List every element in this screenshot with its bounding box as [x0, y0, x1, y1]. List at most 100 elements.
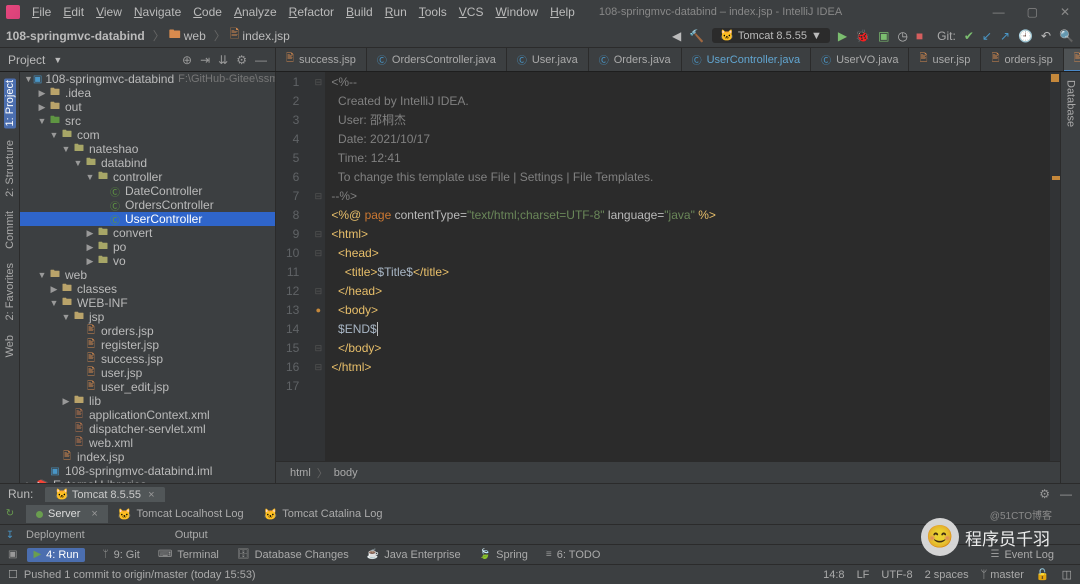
settings-icon[interactable]: ⚙ [236, 53, 247, 67]
close-tab-icon[interactable]: × [148, 489, 154, 501]
tree-dispatcher-servlet-xml[interactable]: 🖹dispatcher-servlet.xml [20, 422, 275, 436]
editor-tab-user-java[interactable]: ⒸUser.java [507, 48, 589, 71]
warning-marker[interactable] [1052, 176, 1060, 180]
tree-web-xml[interactable]: 🖹web.xml [20, 436, 275, 450]
editor-tab-usercontroller-java[interactable]: ⒸUserController.java [682, 48, 812, 71]
tree-src[interactable]: ▼🖿src [20, 114, 275, 128]
run-icon[interactable]: ▶ [838, 29, 847, 43]
stop-icon[interactable]: ■ [916, 29, 923, 43]
menu-window[interactable]: Window [489, 3, 544, 21]
event-log[interactable]: ☰Event Log [990, 549, 1054, 561]
menu-run[interactable]: Run [379, 3, 413, 21]
bottom-tool-4-run[interactable]: ▶4: Run [27, 548, 84, 562]
maximize-icon[interactable]: ▢ [1023, 5, 1042, 19]
tree-usercontroller[interactable]: ⒸUserController [20, 212, 275, 226]
tree-datecontroller[interactable]: ⒸDateController [20, 184, 275, 198]
menu-view[interactable]: View [90, 3, 128, 21]
bottom-tool-database-changes[interactable]: 🗄Database Changes [237, 549, 349, 561]
tree-user-jsp[interactable]: 🖹user.jsp [20, 366, 275, 380]
tree-user_edit-jsp[interactable]: 🖹user_edit.jsp [20, 380, 275, 394]
readonly-lock-icon[interactable]: 🔓 [1036, 568, 1050, 581]
run-settings-icon[interactable]: ⚙ [1039, 487, 1050, 501]
inspection-warning-icon[interactable] [1051, 74, 1059, 82]
debug-icon[interactable]: 🐞 [855, 29, 870, 43]
menu-code[interactable]: Code [187, 3, 228, 21]
breadcrumb-body[interactable]: body [334, 467, 358, 479]
tree-orderscontroller[interactable]: ⒸOrdersController [20, 198, 275, 212]
vcs-console-icon[interactable]: ☐ [8, 568, 18, 581]
left-tab-2-favorites[interactable]: 2: Favorites [4, 261, 16, 322]
caret-position[interactable]: 14:8 [823, 569, 844, 581]
code-content[interactable]: <%-- Created by IntelliJ IDEA. User: 邵桐杰… [325, 72, 1050, 461]
tree-databind[interactable]: ▼🖿databind [20, 156, 275, 170]
menu-analyze[interactable]: Analyze [228, 3, 283, 21]
git-update-icon[interactable]: ✔ [964, 29, 974, 43]
run-subtab-tomcat-catalina-log[interactable]: 🐱Tomcat Catalina Log [254, 505, 393, 524]
editor-tab-orderscontroller-java[interactable]: ⒸOrdersController.java [367, 48, 507, 71]
run-subtab-tomcat-localhost-log[interactable]: 🐱Tomcat Localhost Log [108, 505, 254, 524]
run-subtab-server[interactable]: Server× [26, 505, 108, 523]
menu-file[interactable]: File [26, 3, 57, 21]
run-config-select[interactable]: 🐱 Tomcat 8.5.55 ▼ [712, 28, 830, 43]
deploy-icon[interactable]: ↧ [6, 530, 14, 541]
git-push-icon[interactable]: ↗ [1000, 29, 1010, 43]
left-tab-2-structure[interactable]: 2: Structure [4, 138, 16, 199]
search-icon[interactable]: 🔍 [1059, 29, 1074, 43]
tree-108-springmvc-databind-iml[interactable]: ▣108-springmvc-databind.iml [20, 464, 275, 478]
tree-controller[interactable]: ▼🖿controller [20, 170, 275, 184]
left-tab-web[interactable]: Web [4, 333, 16, 359]
menu-tools[interactable]: Tools [413, 3, 453, 21]
editor-tab-orders-jsp[interactable]: 🖹orders.jsp [981, 48, 1063, 71]
code-editor[interactable]: 1234567891011121314151617 ⊟⊟⊟⊟⊟●⊟⊟ <%-- … [276, 72, 1060, 461]
bottom-tool-java-enterprise[interactable]: ☕Java Enterprise [367, 549, 461, 561]
run-tab[interactable]: 🐱 Tomcat 8.5.55 × [45, 487, 164, 502]
left-tab-1-project[interactable]: 1: Project [4, 78, 16, 128]
tree-web-inf[interactable]: ▼🖿WEB-INF [20, 296, 275, 310]
tree-po[interactable]: ▶🖿po [20, 240, 275, 254]
editor-tab-uservo-java[interactable]: ⒸUserVO.java [811, 48, 909, 71]
right-tab-database[interactable]: Database [1065, 78, 1077, 129]
git-pull-icon[interactable]: ↙ [982, 29, 992, 43]
ide-settings-icon[interactable]: ◫ [1062, 568, 1072, 581]
back-icon[interactable]: ◀ [672, 29, 681, 43]
tree-com[interactable]: ▼🖿com [20, 128, 275, 142]
tree-applicationcontext-xml[interactable]: 🖹applicationContext.xml [20, 408, 275, 422]
breadcrumb-file[interactable]: index.jsp [242, 29, 289, 43]
menu-build[interactable]: Build [340, 3, 379, 21]
fold-gutter[interactable]: ⊟⊟⊟⊟⊟●⊟⊟ [311, 72, 325, 461]
bottom-tool-spring[interactable]: 🍃Spring [479, 549, 528, 561]
error-stripe[interactable] [1050, 72, 1060, 461]
minimize-icon[interactable]: — [989, 5, 1009, 19]
tool-windows-icon[interactable]: ▣ [8, 549, 17, 560]
breadcrumb-html[interactable]: html [290, 467, 311, 479]
menu-vcs[interactable]: VCS [453, 3, 490, 21]
breadcrumb-folder[interactable]: web [184, 29, 206, 43]
menu-edit[interactable]: Edit [57, 3, 90, 21]
tree-convert[interactable]: ▶🖿convert [20, 226, 275, 240]
hammer-icon[interactable]: 🔨 [689, 29, 704, 43]
profile-icon[interactable]: ◷ [897, 29, 907, 43]
bottom-tool-terminal[interactable]: ⌨Terminal [158, 549, 219, 561]
indent-settings[interactable]: 2 spaces [925, 569, 969, 581]
menu-refactor[interactable]: Refactor [283, 3, 340, 21]
project-tree[interactable]: ▼▣108-springmvc-databindF:\GitHub-Gitee\… [20, 72, 276, 483]
editor-tab-index-jsp[interactable]: 🖹index.jsp [1064, 49, 1080, 72]
deployment-label[interactable]: Deployment [26, 529, 85, 541]
tree-jsp[interactable]: ▼🖿jsp [20, 310, 275, 324]
tree-index-jsp[interactable]: 🖹index.jsp [20, 450, 275, 464]
file-encoding[interactable]: UTF-8 [881, 569, 912, 581]
bottom-tool-9-git[interactable]: ᛘ9: Git [103, 549, 140, 561]
output-label[interactable]: Output [175, 529, 208, 541]
tree-success-jsp[interactable]: 🖹success.jsp [20, 352, 275, 366]
select-opened-file-icon[interactable]: ⊕ [182, 53, 192, 67]
tree-lib[interactable]: ▶🖿lib [20, 394, 275, 408]
expand-all-icon[interactable]: ⇊ [218, 53, 228, 67]
left-tab-commit[interactable]: Commit [4, 209, 16, 251]
git-rollback-icon[interactable]: ↶ [1041, 29, 1051, 43]
tree-orders-jsp[interactable]: 🖹orders.jsp [20, 324, 275, 338]
tree-nateshao[interactable]: ▼🖿nateshao [20, 142, 275, 156]
editor-tab-user-jsp[interactable]: 🖹user.jsp [909, 48, 981, 71]
editor-tab-orders-java[interactable]: ⒸOrders.java [589, 48, 682, 71]
bottom-tool-6-todo[interactable]: ≡6: TODO [546, 549, 600, 561]
run-hide-icon[interactable]: — [1060, 487, 1072, 501]
